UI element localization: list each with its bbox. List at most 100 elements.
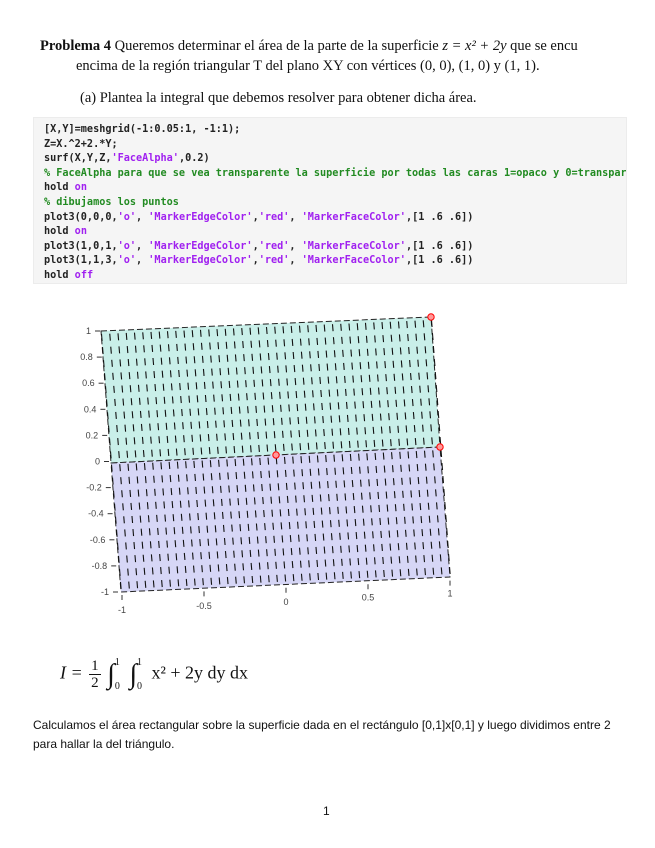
mesh-dash [398, 438, 400, 446]
mesh-dash [225, 446, 227, 454]
explanation-text: Calculamos el área rectangular sobre la … [33, 718, 611, 751]
mesh-dash [403, 503, 405, 511]
mesh-dash [432, 345, 435, 354]
mesh-dash [194, 369, 197, 377]
mesh-dash [379, 413, 382, 421]
mesh-dash [298, 547, 301, 555]
mesh-dash [364, 544, 367, 552]
mesh-dash [347, 532, 350, 540]
mesh-dash [169, 474, 172, 483]
mesh-dash [368, 479, 370, 487]
mesh-dash [212, 499, 215, 507]
mesh-dash [282, 326, 285, 334]
mesh-dash [146, 502, 149, 510]
mesh-dash [403, 399, 406, 407]
mesh-dash [219, 485, 222, 493]
mesh-dash [139, 515, 142, 523]
mesh-dash [415, 555, 417, 563]
mesh-dash [440, 449, 443, 458]
mesh-dash [291, 561, 294, 569]
mesh-dash [251, 575, 254, 584]
mesh-dash [190, 421, 193, 429]
mesh-dash [159, 449, 162, 457]
mesh-dash [446, 527, 448, 536]
mesh-dash [188, 500, 190, 508]
mesh-dash [380, 530, 382, 539]
mesh-dash [430, 541, 433, 549]
mesh-dash [281, 430, 284, 438]
mesh-dash [153, 475, 155, 483]
mesh-dash [226, 354, 229, 362]
mesh-dash [329, 402, 332, 410]
mesh-dash [316, 337, 319, 345]
mesh-dash [205, 407, 208, 416]
mesh-dash [248, 419, 250, 427]
mesh-dash [335, 376, 338, 384]
mesh-dash [361, 388, 364, 396]
mesh-dash [198, 421, 201, 429]
mesh-dash [201, 460, 204, 468]
mesh-dash [126, 450, 129, 458]
mesh-dash [399, 451, 401, 459]
mesh-dash [383, 348, 386, 356]
mesh-dash [283, 561, 286, 569]
mesh-dash [448, 553, 450, 562]
mesh-dash [416, 568, 418, 576]
mesh-dash [315, 324, 318, 332]
mesh-dash [349, 336, 352, 344]
mesh-dash [389, 543, 392, 551]
mesh-dash [357, 336, 360, 344]
mesh-dash [365, 440, 368, 448]
mesh-dash [261, 379, 264, 387]
mesh-dash [318, 481, 321, 489]
mesh-dash [407, 568, 410, 576]
y-tick-label: 0.8 [80, 352, 93, 362]
mesh-dash [114, 516, 117, 524]
mesh-dash [292, 351, 295, 360]
mesh-dash [253, 379, 256, 387]
mesh-dash [207, 538, 210, 546]
mesh-dash [162, 383, 165, 391]
mesh-dash [198, 526, 200, 534]
mesh-dash [345, 506, 348, 514]
mesh-dash [113, 503, 116, 511]
mesh-dash [265, 536, 267, 544]
mesh-dash [208, 551, 211, 559]
mesh-dash [389, 426, 391, 434]
mesh-dash [292, 574, 295, 582]
mesh-dash [263, 405, 266, 413]
mesh-dash [379, 517, 382, 526]
mesh-dash [344, 493, 347, 501]
mesh-dash [353, 506, 356, 514]
mesh-dash [127, 568, 129, 576]
mesh-dash [274, 444, 277, 452]
mesh-dash [212, 381, 214, 389]
mesh-dash [166, 435, 169, 443]
mesh-dash [435, 384, 438, 393]
mesh-dash [375, 348, 377, 356]
mesh-dash [398, 334, 401, 342]
mesh-dash [275, 339, 277, 347]
mesh-dash [366, 453, 368, 461]
mesh-dash [142, 554, 145, 562]
mesh-dash [228, 485, 230, 493]
mesh-dash [327, 481, 329, 489]
mesh-dash [119, 581, 122, 590]
mesh-dash [181, 409, 183, 417]
mesh-dash [180, 396, 182, 404]
mesh-dash [312, 390, 314, 398]
mesh-dash [120, 477, 122, 485]
mesh-dash [147, 515, 150, 523]
mesh-dash [402, 386, 405, 394]
mesh-dash [302, 377, 305, 385]
mesh-dash [391, 465, 394, 473]
mesh-dash [331, 428, 334, 436]
mesh-dash [135, 358, 138, 366]
mesh-dash [268, 575, 270, 583]
mesh-dash [366, 570, 369, 578]
mesh-dash [401, 477, 403, 485]
mesh-dash [143, 345, 145, 353]
mesh-dash [332, 337, 335, 345]
mesh-dash [305, 521, 307, 529]
mesh-dash [233, 445, 236, 454]
